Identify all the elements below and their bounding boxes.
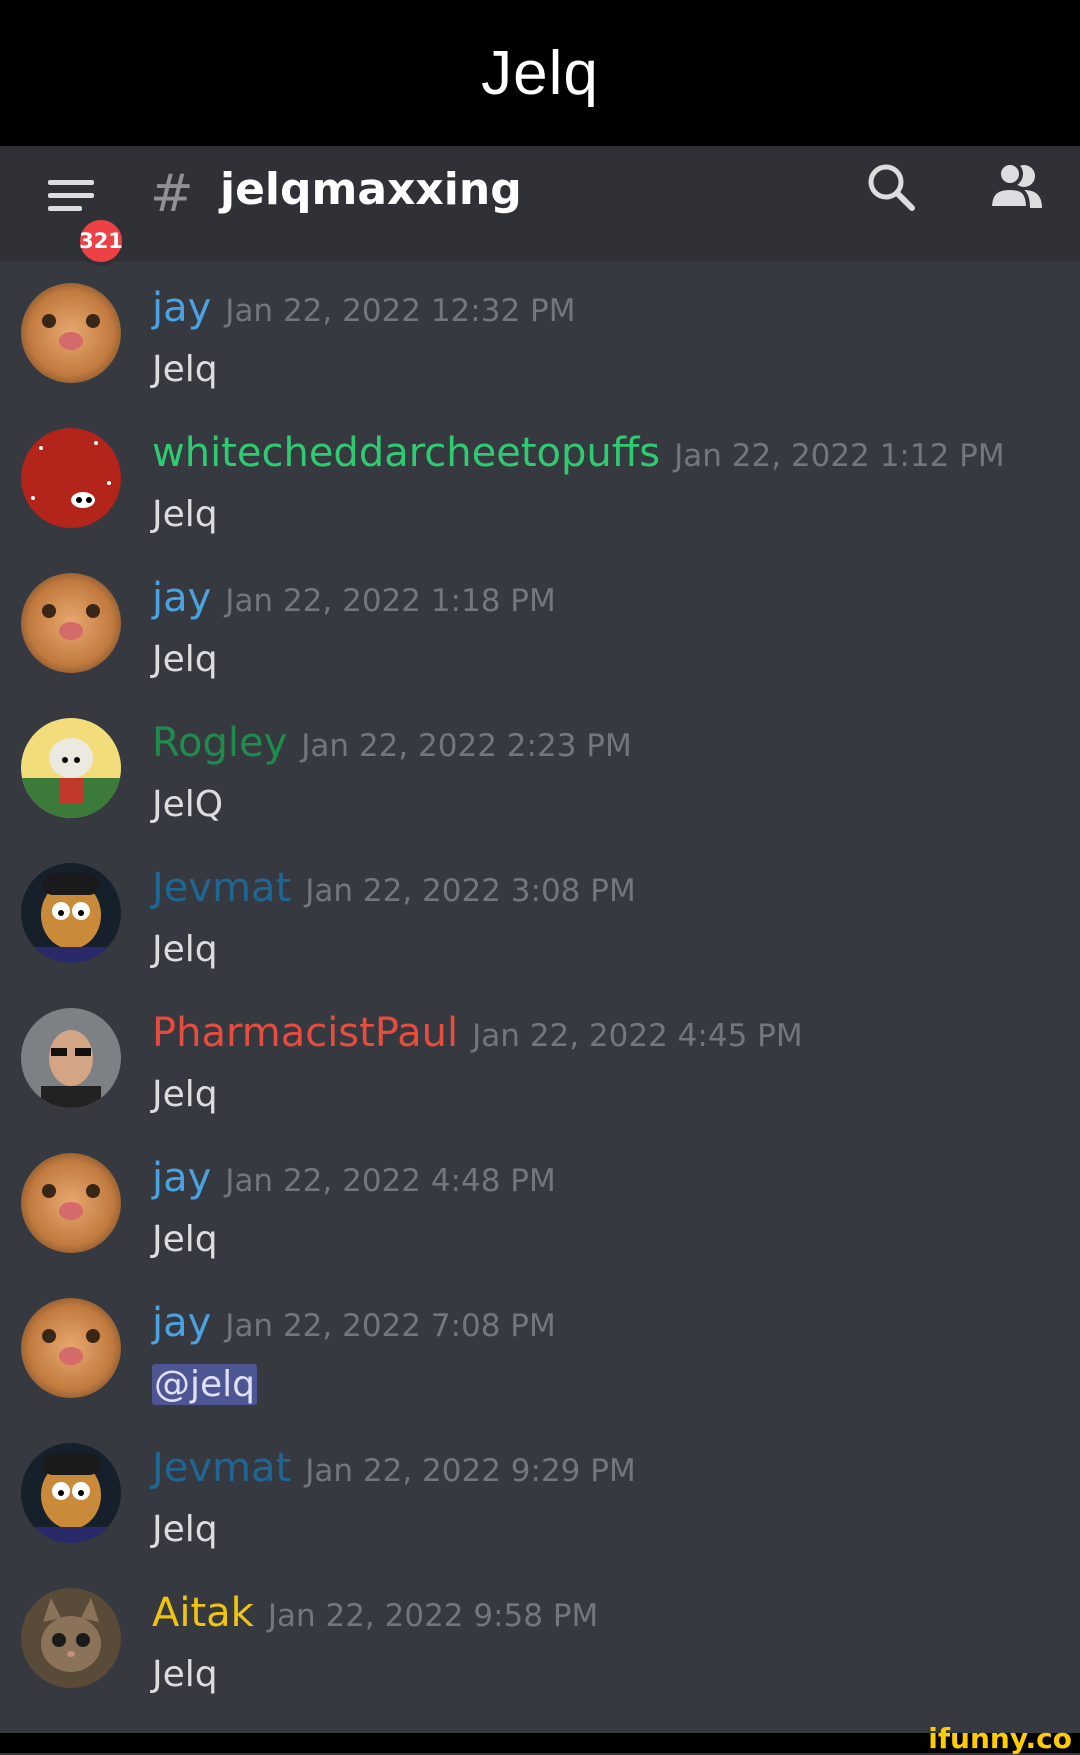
message-text: Jelq (152, 1509, 218, 1550)
username[interactable]: jay (152, 285, 211, 331)
message-text: Jelq (152, 494, 218, 535)
message-text: Jelq (152, 639, 218, 680)
username[interactable]: Aitak (152, 1590, 254, 1636)
message-meta: jay Jan 22, 2022 4:48 PM (152, 1155, 556, 1201)
timestamp: Jan 22, 2022 4:48 PM (225, 1163, 556, 1199)
channel-title: jelqmaxxing (220, 164, 522, 215)
message-meta: jay Jan 22, 2022 12:32 PM (152, 285, 575, 331)
timestamp: Jan 22, 2022 1:18 PM (225, 583, 556, 619)
message-text: JelQ (152, 784, 224, 825)
username[interactable]: jay (152, 1155, 211, 1201)
message-text: Jelq (152, 349, 218, 390)
avatar[interactable] (21, 1008, 121, 1108)
username[interactable]: jay (152, 575, 211, 621)
footer-bar (0, 1733, 1080, 1753)
message-item[interactable]: PharmacistPaul Jan 22, 2022 4:45 PM Jelq (0, 986, 1080, 1131)
message-item[interactable]: Jevmat Jan 22, 2022 9:29 PM Jelq (0, 1421, 1080, 1566)
menu-icon-line (48, 206, 82, 211)
user-mention[interactable]: @jelq (152, 1364, 258, 1405)
message-text: Jelq (152, 1219, 218, 1260)
watermark: ifunny.co (928, 1722, 1072, 1755)
members-icon[interactable] (984, 158, 1050, 218)
search-icon[interactable] (862, 158, 922, 218)
timestamp: Jan 22, 2022 12:32 PM (225, 293, 576, 329)
message-item[interactable]: jay Jan 22, 2022 12:32 PM Jelq (0, 261, 1080, 406)
hash-icon: # (150, 164, 194, 224)
username[interactable]: Jevmat (152, 865, 291, 911)
timestamp: Jan 22, 2022 4:45 PM (472, 1018, 803, 1054)
notification-badge: 321 (76, 216, 126, 266)
username[interactable]: Jevmat (152, 1445, 291, 1491)
username[interactable]: whitecheddarcheetopuffs (152, 430, 660, 476)
message-item[interactable]: Jevmat Jan 22, 2022 3:08 PM Jelq (0, 841, 1080, 986)
timestamp: Jan 22, 2022 2:23 PM (301, 728, 632, 764)
menu-button[interactable]: 321 (44, 170, 126, 266)
menu-icon-line (48, 193, 94, 198)
avatar[interactable] (21, 428, 121, 528)
message-text: Jelq (152, 1074, 218, 1115)
message-meta: Aitak Jan 22, 2022 9:58 PM (152, 1590, 598, 1636)
message-item[interactable]: jay Jan 22, 2022 7:08 PM @jelq (0, 1276, 1080, 1421)
avatar[interactable] (21, 718, 121, 818)
avatar[interactable] (21, 1298, 121, 1398)
message-meta: jay Jan 22, 2022 1:18 PM (152, 575, 556, 621)
message-meta: PharmacistPaul Jan 22, 2022 4:45 PM (152, 1010, 803, 1056)
username[interactable]: Rogley (152, 720, 287, 766)
avatar[interactable] (21, 573, 121, 673)
timestamp: Jan 22, 2022 9:58 PM (267, 1598, 599, 1634)
message-meta: Jevmat Jan 22, 2022 9:29 PM (152, 1445, 636, 1491)
avatar[interactable] (21, 863, 121, 963)
message-meta: jay Jan 22, 2022 7:08 PM (152, 1300, 556, 1346)
avatar[interactable] (21, 1153, 121, 1253)
message-item[interactable]: jay Jan 22, 2022 4:48 PM Jelq (0, 1131, 1080, 1276)
channel-header: 321 # jelqmaxxing (0, 146, 1080, 266)
avatar[interactable] (21, 1588, 121, 1688)
menu-icon-line (48, 180, 94, 185)
timestamp: Jan 22, 2022 9:29 PM (305, 1453, 636, 1489)
message-meta: whitecheddarcheetopuffs Jan 22, 2022 1:12… (152, 430, 1005, 476)
username[interactable]: PharmacistPaul (152, 1010, 458, 1056)
username[interactable]: jay (152, 1300, 211, 1346)
message-text: Jelq (152, 1654, 218, 1695)
timestamp: Jan 22, 2022 7:08 PM (225, 1308, 556, 1344)
caption-bar: Jelq (0, 0, 1080, 146)
timestamp: Jan 22, 2022 3:08 PM (305, 873, 636, 909)
avatar[interactable] (21, 283, 121, 383)
message-item[interactable]: whitecheddarcheetopuffs Jan 22, 2022 1:12… (0, 406, 1080, 551)
message-meta: Rogley Jan 22, 2022 2:23 PM (152, 720, 632, 766)
message-text: Jelq (152, 929, 218, 970)
message-text: @jelq (152, 1364, 258, 1405)
message-item[interactable]: Aitak Jan 22, 2022 9:58 PM Jelq (0, 1566, 1080, 1711)
caption-text: Jelq (481, 38, 599, 108)
timestamp: Jan 22, 2022 1:12 PM (674, 438, 1005, 474)
avatar[interactable] (21, 1443, 121, 1543)
message-item[interactable]: jay Jan 22, 2022 1:18 PM Jelq (0, 551, 1080, 696)
message-item[interactable]: Rogley Jan 22, 2022 2:23 PM JelQ (0, 696, 1080, 841)
message-meta: Jevmat Jan 22, 2022 3:08 PM (152, 865, 636, 911)
